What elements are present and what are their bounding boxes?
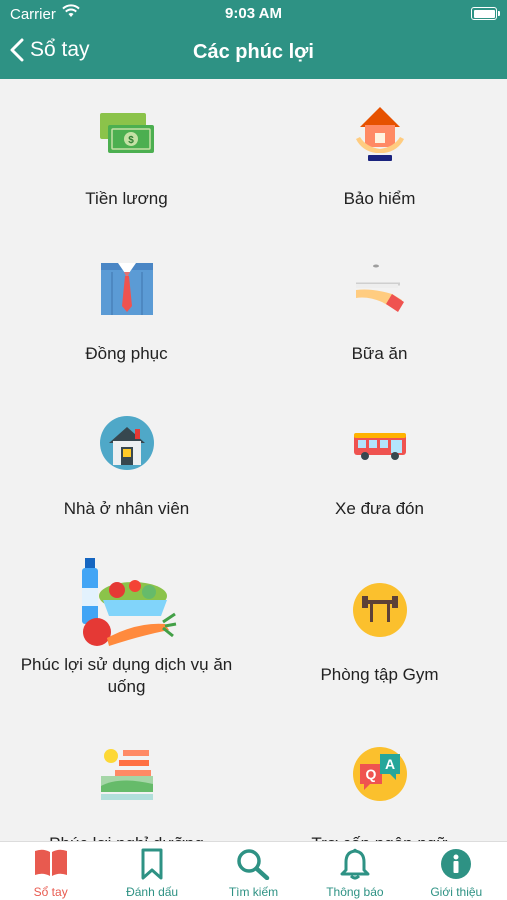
benefits-grid: $ Tiền lương Bảo hiểm Đồng phục Bữa ăn N… <box>0 79 507 841</box>
tab-label: Tìm kiếm <box>228 885 279 899</box>
gym-barbell-icon <box>352 582 408 643</box>
benefit-label: Bữa ăn <box>351 344 408 363</box>
tab-so-tay[interactable]: Sổ tay <box>0 842 101 900</box>
info-icon <box>440 848 472 885</box>
benefit-item-vacation[interactable]: Phúc lợi nghỉ dưỡng <box>0 724 253 841</box>
benefit-label: Phúc lợi sử dụng dịch vụ ăn uống <box>20 655 233 696</box>
benefit-item-language[interactable]: QA Trợ cấp ngôn ngữ <box>253 724 506 841</box>
benefit-item-insurance[interactable]: Bảo hiểm <box>253 79 506 234</box>
tab-thong-bao[interactable]: Thông báo <box>304 842 405 900</box>
benefit-label: Tiền lương <box>85 189 168 208</box>
benefit-label: Đồng phục <box>85 344 168 363</box>
benefit-label: Phòng tập Gym <box>320 665 439 684</box>
svg-text:Q: Q <box>365 766 376 782</box>
food-drink-icon <box>77 556 177 653</box>
benefit-item-uniform[interactable]: Đồng phục <box>0 234 253 389</box>
bookmark-icon <box>140 848 164 885</box>
meal-tray-icon <box>352 262 408 319</box>
benefit-item-food-service[interactable]: Phúc lợi sử dụng dịch vụ ăn uống <box>0 544 253 724</box>
svg-text:A: A <box>384 756 394 772</box>
vacation-icon <box>99 746 155 807</box>
shuttle-bus-icon <box>352 429 408 466</box>
benefit-label: Bảo hiểm <box>343 189 416 208</box>
tab-tim-kiem[interactable]: Tìm kiếm <box>203 842 304 900</box>
benefit-item-gym[interactable]: Phòng tập Gym <box>253 544 506 724</box>
navigation-bar: Sổ tay Các phúc lợi <box>0 28 507 79</box>
language-qa-icon: QA <box>352 746 408 807</box>
battery-icon <box>471 7 500 20</box>
tab-bar: Sổ tay Đánh dấu Tìm kiếm Thông báo Giới … <box>0 841 507 900</box>
money-icon: $ <box>98 111 156 160</box>
search-icon <box>236 848 270 885</box>
insurance-house-icon <box>354 105 406 168</box>
benefit-item-shuttle[interactable]: Xe đưa đón <box>253 389 506 544</box>
benefit-item-staff-housing[interactable]: Nhà ở nhân viên <box>0 389 253 544</box>
benefit-label: Xe đưa đón <box>335 499 424 518</box>
header: Carrier 9:03 AM Sổ tay Các phúc lợi <box>0 0 507 79</box>
tab-danh-dau[interactable]: Đánh dấu <box>101 842 202 900</box>
book-icon <box>33 848 69 883</box>
tab-label: Thông báo <box>326 885 384 899</box>
benefit-label: Phúc lợi nghỉ dưỡng <box>12 833 241 841</box>
tab-gioi-thieu[interactable]: Giới thiệu <box>406 842 507 900</box>
status-time: 9:03 AM <box>225 5 282 22</box>
staff-house-icon <box>99 415 155 476</box>
benefit-label: Nhà ở nhân viên <box>63 499 190 518</box>
tab-label: Giới thiệu <box>430 885 483 899</box>
tab-label: Đánh dấu <box>126 885 179 899</box>
svg-text:$: $ <box>128 135 134 146</box>
uniform-shirt-icon <box>100 262 154 321</box>
benefit-label: Trợ cấp ngôn ngữ <box>265 833 494 841</box>
status-bar: Carrier 9:03 AM <box>0 0 507 28</box>
benefit-item-salary[interactable]: $ Tiền lương <box>0 79 253 234</box>
bell-icon <box>340 848 370 885</box>
tab-label: Sổ tay <box>33 885 68 899</box>
benefit-item-meal[interactable]: Bữa ăn <box>253 234 506 389</box>
page-title: Các phúc lợi <box>193 41 314 63</box>
